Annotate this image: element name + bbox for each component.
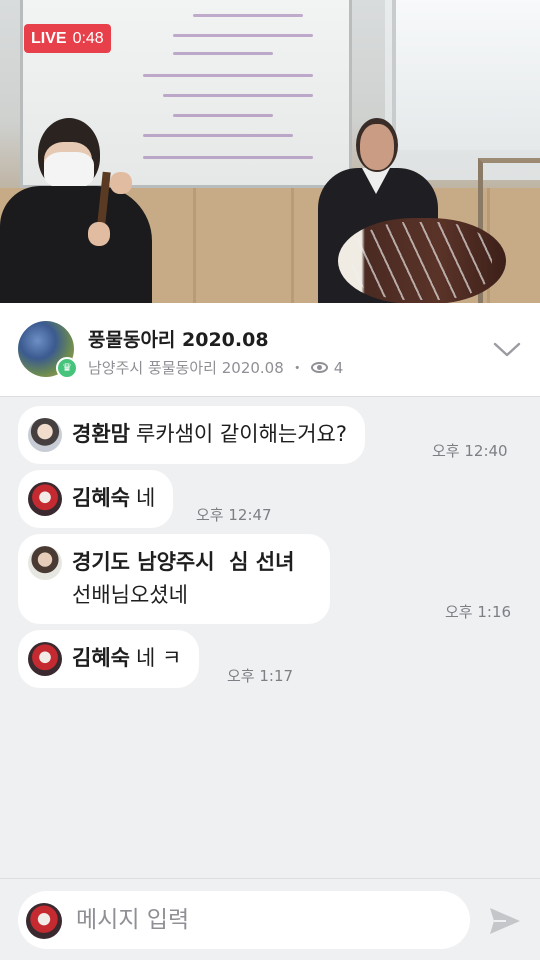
message-bubble[interactable]: 김혜숙 네 — [18, 470, 174, 528]
message-author: 경기도 남양주시 심 선녀 — [72, 550, 295, 574]
message-time: 오후 12:40 — [432, 442, 508, 460]
message-author: 경환맘 — [72, 422, 130, 446]
eye-icon — [310, 362, 328, 373]
message-bubble[interactable]: 경기도 남양주시 심 선녀 선배님오셨네 — [18, 534, 331, 624]
message-text: 네 ㅋ — [135, 646, 182, 670]
composer-bar — [0, 878, 540, 960]
window — [392, 0, 540, 150]
live-label: LIVE — [31, 29, 67, 47]
live-badge: LIVE 0:48 — [24, 24, 111, 53]
avatar[interactable] — [28, 642, 62, 676]
room-avatar[interactable]: ♛ — [18, 321, 78, 379]
chevron-down-icon[interactable] — [492, 334, 522, 364]
separator: ・ — [289, 359, 305, 377]
message-bubble[interactable]: 경환맘 루카샘이 같이해는거요? — [18, 406, 365, 464]
chat-message: 김혜숙 네 — [18, 470, 174, 528]
room-header[interactable]: ♛ 풍물동아리 2020.08 남양주시 풍물동아리 2020.08 ・ 4 — [0, 303, 540, 397]
room-subtitle: 남양주시 풍물동아리 2020.08 ・ 4 — [88, 357, 343, 378]
avatar[interactable] — [28, 482, 62, 516]
message-text: 선배님오셨네 — [72, 583, 188, 607]
message-author: 김혜숙 — [72, 646, 130, 670]
message-author: 김혜숙 — [72, 486, 130, 510]
message-time: 오후 12:47 — [196, 506, 272, 524]
message-text: 루카샘이 같이해는거요? — [135, 422, 347, 446]
message-time: 오후 1:16 — [445, 603, 512, 621]
crown-icon: ♛ — [56, 357, 78, 379]
send-icon[interactable] — [486, 902, 524, 940]
message-input[interactable] — [76, 891, 456, 949]
avatar[interactable] — [28, 418, 62, 452]
message-text: 네 — [135, 486, 156, 510]
room-subtitle-text: 남양주시 풍물동아리 2020.08 — [88, 359, 284, 377]
chat-message: 경기도 남양주시 심 선녀 선배님오셨네 — [18, 534, 331, 624]
room-title: 풍물동아리 2020.08 — [88, 329, 269, 351]
chat-message: 김혜숙 네 ㅋ — [18, 630, 200, 688]
avatar[interactable] — [26, 903, 62, 939]
message-time: 오후 1:17 — [227, 667, 294, 685]
viewer-count: 4 — [333, 358, 344, 377]
message-bubble[interactable]: 김혜숙 네 ㅋ — [18, 630, 200, 688]
composer-pill[interactable] — [18, 891, 470, 949]
live-video[interactable]: LIVE 0:48 — [0, 0, 540, 303]
chat-message: 경환맘 루카샘이 같이해는거요? — [18, 406, 365, 464]
avatar[interactable] — [28, 546, 62, 580]
live-elapsed: 0:48 — [72, 29, 104, 47]
